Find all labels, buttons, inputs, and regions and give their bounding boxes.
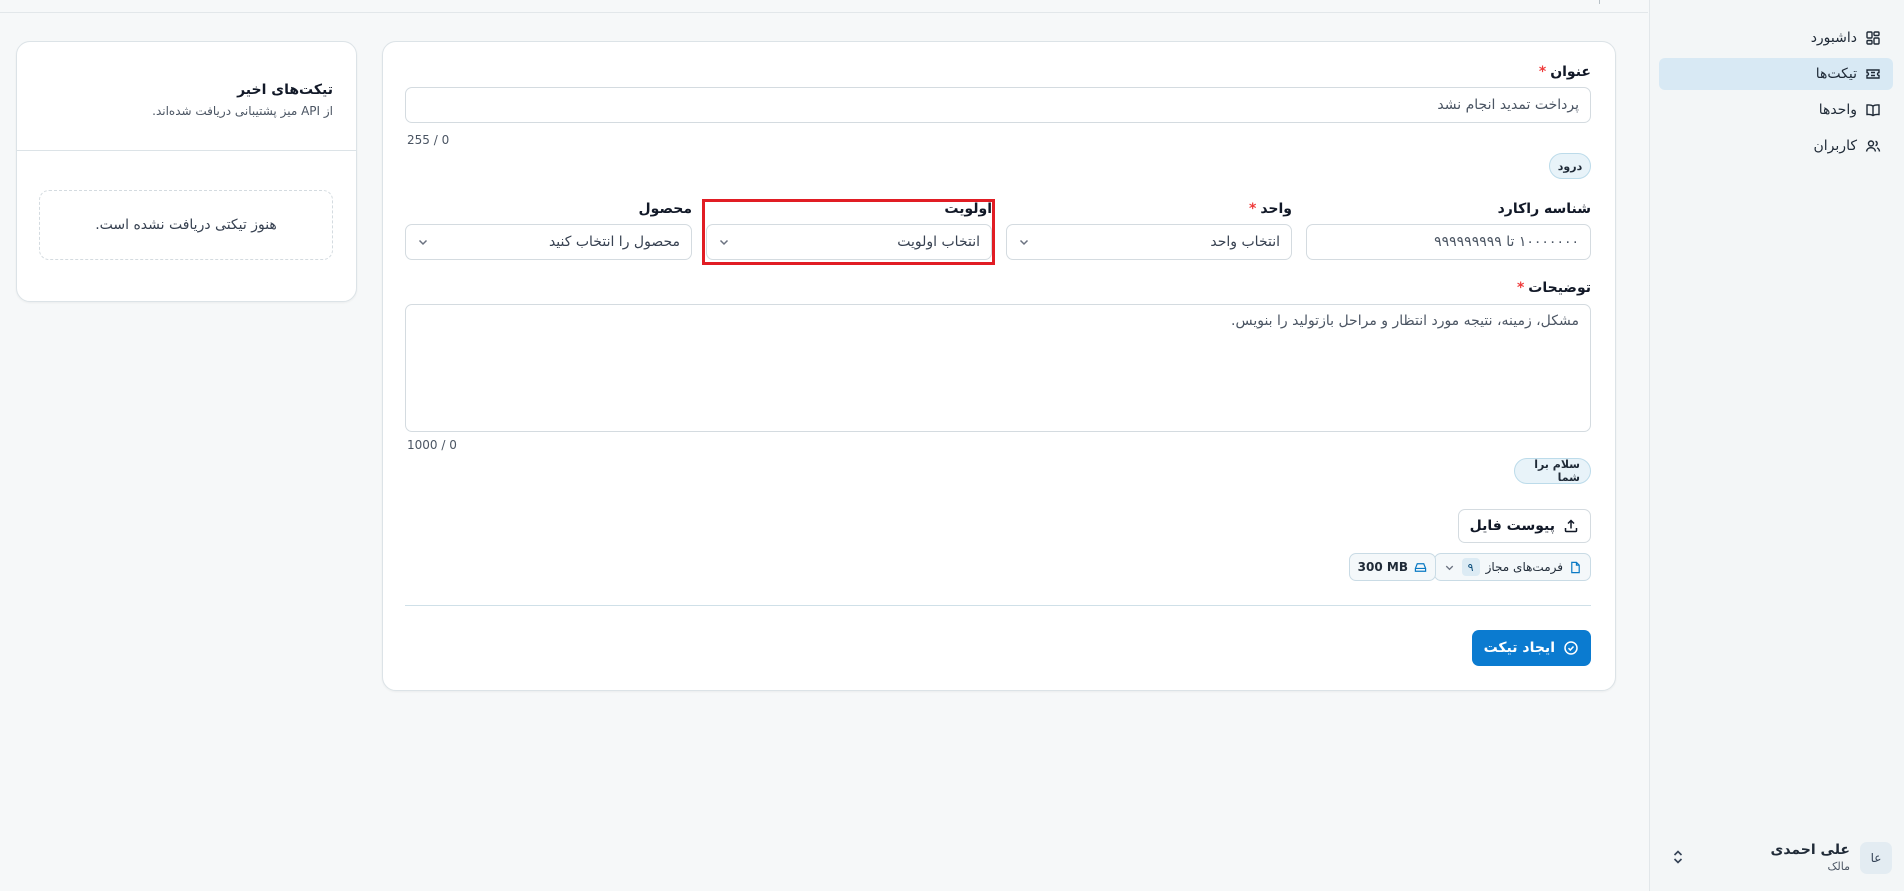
product-label: محصول bbox=[638, 201, 692, 217]
ticket-form-card: عنوان* پرداخت تمدید انجام نشد 255 / 0 در… bbox=[382, 41, 1616, 691]
recent-tickets-subtitle: از API میز پشتیبانی دریافت شده‌اند. bbox=[152, 104, 333, 118]
chevron-down-icon bbox=[418, 239, 428, 246]
recent-tickets-empty-state: هنوز تیکتی دریافت نشده است. bbox=[39, 190, 333, 260]
description-counter: 1000 / 0 bbox=[407, 438, 457, 452]
sidebar-item-units[interactable]: واحدها bbox=[1659, 94, 1893, 126]
required-mark: * bbox=[1248, 201, 1257, 217]
description-textarea[interactable]: مشکل، زمینه، نتیجه مورد انتظار و مراحل ب… bbox=[405, 304, 1591, 432]
user-menu[interactable]: عا علی احمدی مالک bbox=[1660, 835, 1892, 881]
unit-select-value: انتخاب واحد bbox=[1210, 234, 1280, 250]
required-mark: * bbox=[1538, 64, 1547, 80]
avatar: عا bbox=[1860, 842, 1892, 874]
top-divider-mark bbox=[1599, 0, 1600, 4]
check-circle-icon bbox=[1564, 641, 1578, 655]
size-limit-pill: 300 MB bbox=[1348, 553, 1436, 581]
unit-label: واحد* bbox=[1248, 201, 1292, 217]
title-label: عنوان* bbox=[1538, 64, 1591, 80]
create-ticket-label: ایجاد تیکت bbox=[1483, 640, 1555, 656]
formats-count-badge: ۹ bbox=[1461, 558, 1480, 576]
recent-tickets-title: تیکت‌های اخیر bbox=[237, 82, 333, 98]
priority-label: اولویت bbox=[944, 201, 992, 217]
top-divider bbox=[0, 12, 1648, 13]
allowed-formats-dropdown[interactable]: فرمت‌های مجاز ۹ bbox=[1433, 553, 1591, 581]
ticket-icon bbox=[1866, 69, 1880, 79]
size-limit-value: 300 MB bbox=[1357, 560, 1408, 574]
attach-file-button[interactable]: پیوست فایل bbox=[1457, 509, 1591, 543]
book-icon bbox=[1866, 104, 1880, 117]
product-select[interactable]: محصول را انتخاب کنید bbox=[405, 224, 692, 260]
form-divider bbox=[405, 605, 1591, 606]
chevron-down-icon bbox=[1445, 565, 1453, 570]
user-role: مالک bbox=[1827, 859, 1850, 873]
rakard-id-input[interactable]: ۱۰۰۰۰۰۰۰ تا ۹۹۹۹۹۹۹۹۹ bbox=[1306, 224, 1591, 260]
sidebar-item-label: داشبورد bbox=[1810, 30, 1857, 46]
description-suggestion-chip[interactable]: سلام برا شما bbox=[1514, 458, 1591, 484]
priority-select-value: انتخاب اولویت bbox=[897, 234, 980, 250]
rakard-label: شناسه راکارد bbox=[1497, 201, 1591, 217]
unit-select[interactable]: انتخاب واحد bbox=[1006, 224, 1292, 260]
hard-drive-icon bbox=[1414, 562, 1427, 572]
file-icon bbox=[1571, 561, 1580, 573]
dashboard-icon bbox=[1866, 31, 1880, 45]
users-icon bbox=[1865, 140, 1881, 152]
allowed-formats-label: فرمت‌های مجاز bbox=[1485, 560, 1563, 574]
title-input[interactable]: پرداخت تمدید انجام نشد bbox=[405, 87, 1591, 123]
chevron-down-icon bbox=[719, 239, 729, 246]
required-mark: * bbox=[1516, 280, 1525, 296]
attach-file-label: پیوست فایل bbox=[1469, 518, 1555, 534]
sidebar-item-label: واحدها bbox=[1818, 102, 1857, 118]
title-suggestion-chip[interactable]: درود bbox=[1549, 153, 1591, 179]
recent-tickets-header: تیکت‌های اخیر از API میز پشتیبانی دریافت… bbox=[17, 42, 356, 151]
sidebar-item-label: کاربران bbox=[1813, 138, 1857, 154]
sidebar: داشبورد تیکت‌ها واحدها کاربران عا علی اح… bbox=[1649, 0, 1904, 891]
sidebar-item-tickets[interactable]: تیکت‌ها bbox=[1659, 58, 1893, 90]
upload-icon bbox=[1564, 519, 1578, 533]
product-select-value: محصول را انتخاب کنید bbox=[548, 234, 680, 250]
sidebar-item-dashboard[interactable]: داشبورد bbox=[1659, 22, 1893, 54]
sidebar-item-label: تیکت‌ها bbox=[1815, 66, 1857, 82]
description-label: توضیحات* bbox=[1516, 280, 1591, 296]
recent-tickets-card: تیکت‌های اخیر از API میز پشتیبانی دریافت… bbox=[16, 41, 357, 302]
create-ticket-button[interactable]: ایجاد تیکت bbox=[1471, 630, 1591, 666]
user-name: علی احمدی bbox=[1770, 842, 1850, 859]
sidebar-nav: داشبورد تیکت‌ها واحدها کاربران bbox=[1659, 22, 1893, 166]
priority-select[interactable]: انتخاب اولویت bbox=[706, 224, 992, 260]
title-counter: 255 / 0 bbox=[407, 133, 450, 147]
chevron-down-icon bbox=[1019, 239, 1029, 246]
sidebar-item-users[interactable]: کاربران bbox=[1659, 130, 1893, 162]
chevrons-up-down-icon bbox=[1673, 850, 1683, 864]
